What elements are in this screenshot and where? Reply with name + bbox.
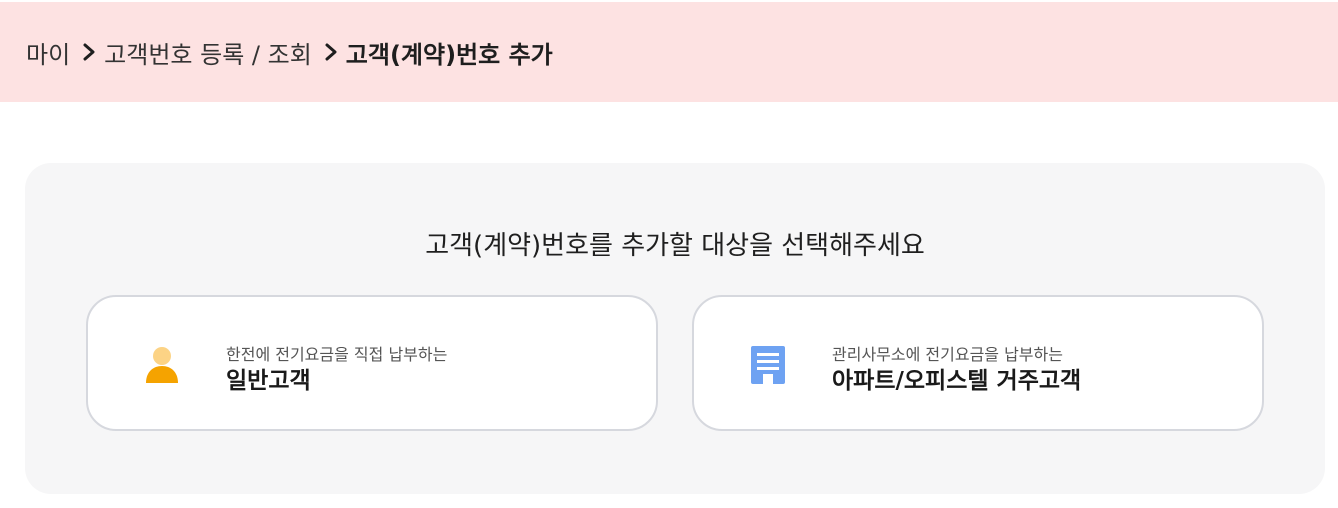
option-title: 아파트/오피스텔 거주고객: [832, 368, 1082, 394]
apartment-officetel-option[interactable]: 관리사무소에 전기요금을 납부하는 아파트/오피스텔 거주고객: [692, 295, 1264, 431]
general-customer-option[interactable]: 한전에 전기요금을 직접 납부하는 일반고객: [86, 295, 658, 431]
person-icon: [146, 347, 178, 383]
breadcrumb-current-page: 고객(계약)번호 추가: [345, 40, 553, 69]
breadcrumb-item-customer-number[interactable]: 고객번호 등록 / 조회: [104, 35, 312, 70]
building-icon: [751, 346, 785, 384]
option-title: 일반고객: [226, 368, 311, 394]
selection-panel: 고객(계약)번호를 추가할 대상을 선택해주세요 한전에 전기요금을 직접 납부…: [25, 163, 1325, 494]
breadcrumb: 마이 고객번호 등록 / 조회 고객(계약)번호 추가: [0, 2, 1338, 102]
chevron-right-icon: [83, 43, 95, 61]
breadcrumb-item-my[interactable]: 마이: [26, 35, 70, 70]
chevron-right-icon: [325, 43, 337, 61]
panel-title: 고객(계약)번호를 추가할 대상을 선택해주세요: [425, 231, 925, 261]
